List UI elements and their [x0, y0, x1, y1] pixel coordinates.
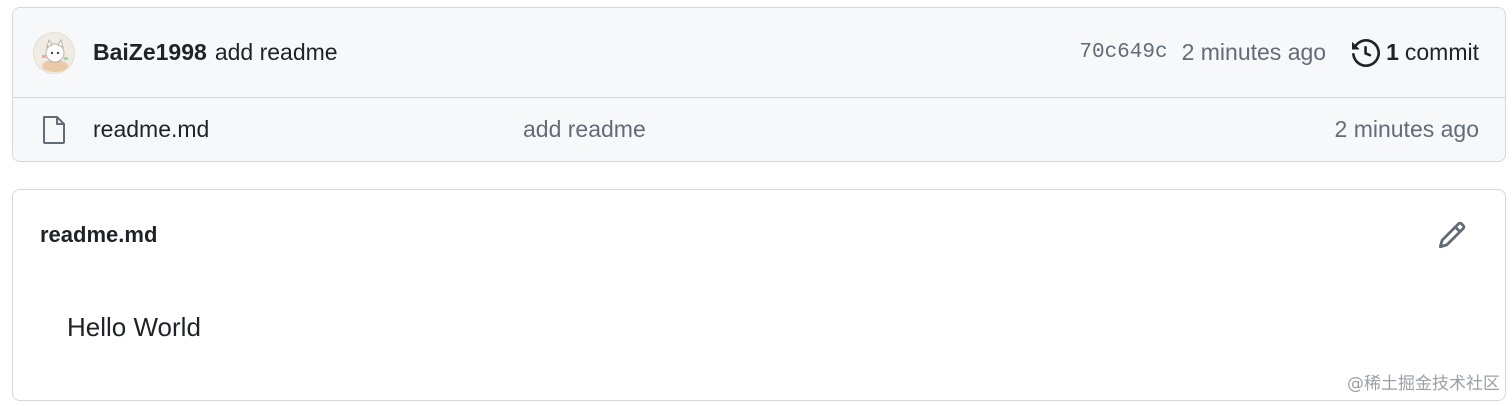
history-icon — [1352, 38, 1381, 67]
commit-message-link[interactable]: add readme — [215, 39, 338, 66]
file-commit-message-link[interactable]: add readme — [523, 116, 646, 143]
repo-file-browser: BaiZe1998 add readme 70c649c 2 minutes a… — [12, 7, 1506, 162]
readme-panel: readme.md Hello World — [12, 189, 1506, 401]
avatar[interactable] — [33, 31, 75, 74]
commit-time: 2 minutes ago — [1181, 39, 1327, 65]
file-row[interactable]: readme.md add readme 2 minutes ago — [13, 98, 1505, 161]
commit-sha-link[interactable]: 70c649c — [1079, 41, 1167, 64]
commit-author-link[interactable]: BaiZe1998 — [93, 39, 207, 66]
commit-count: 1 — [1386, 39, 1399, 65]
latest-commit-bar: BaiZe1998 add readme 70c649c 2 minutes a… — [13, 8, 1505, 98]
file-commit-time: 2 minutes ago — [1334, 116, 1479, 142]
commit-word: commit — [1404, 39, 1479, 65]
edit-readme-button[interactable] — [1437, 220, 1467, 250]
readme-content: Hello World — [67, 312, 201, 342]
file-icon — [41, 115, 67, 145]
file-name-link[interactable]: readme.md — [93, 116, 209, 143]
pencil-icon — [1438, 221, 1466, 249]
watermark: @稀土掘金技术社区 — [1347, 374, 1500, 394]
commit-history-link[interactable]: 1 commit — [1352, 38, 1479, 67]
readme-title-link[interactable]: readme.md — [40, 222, 157, 248]
